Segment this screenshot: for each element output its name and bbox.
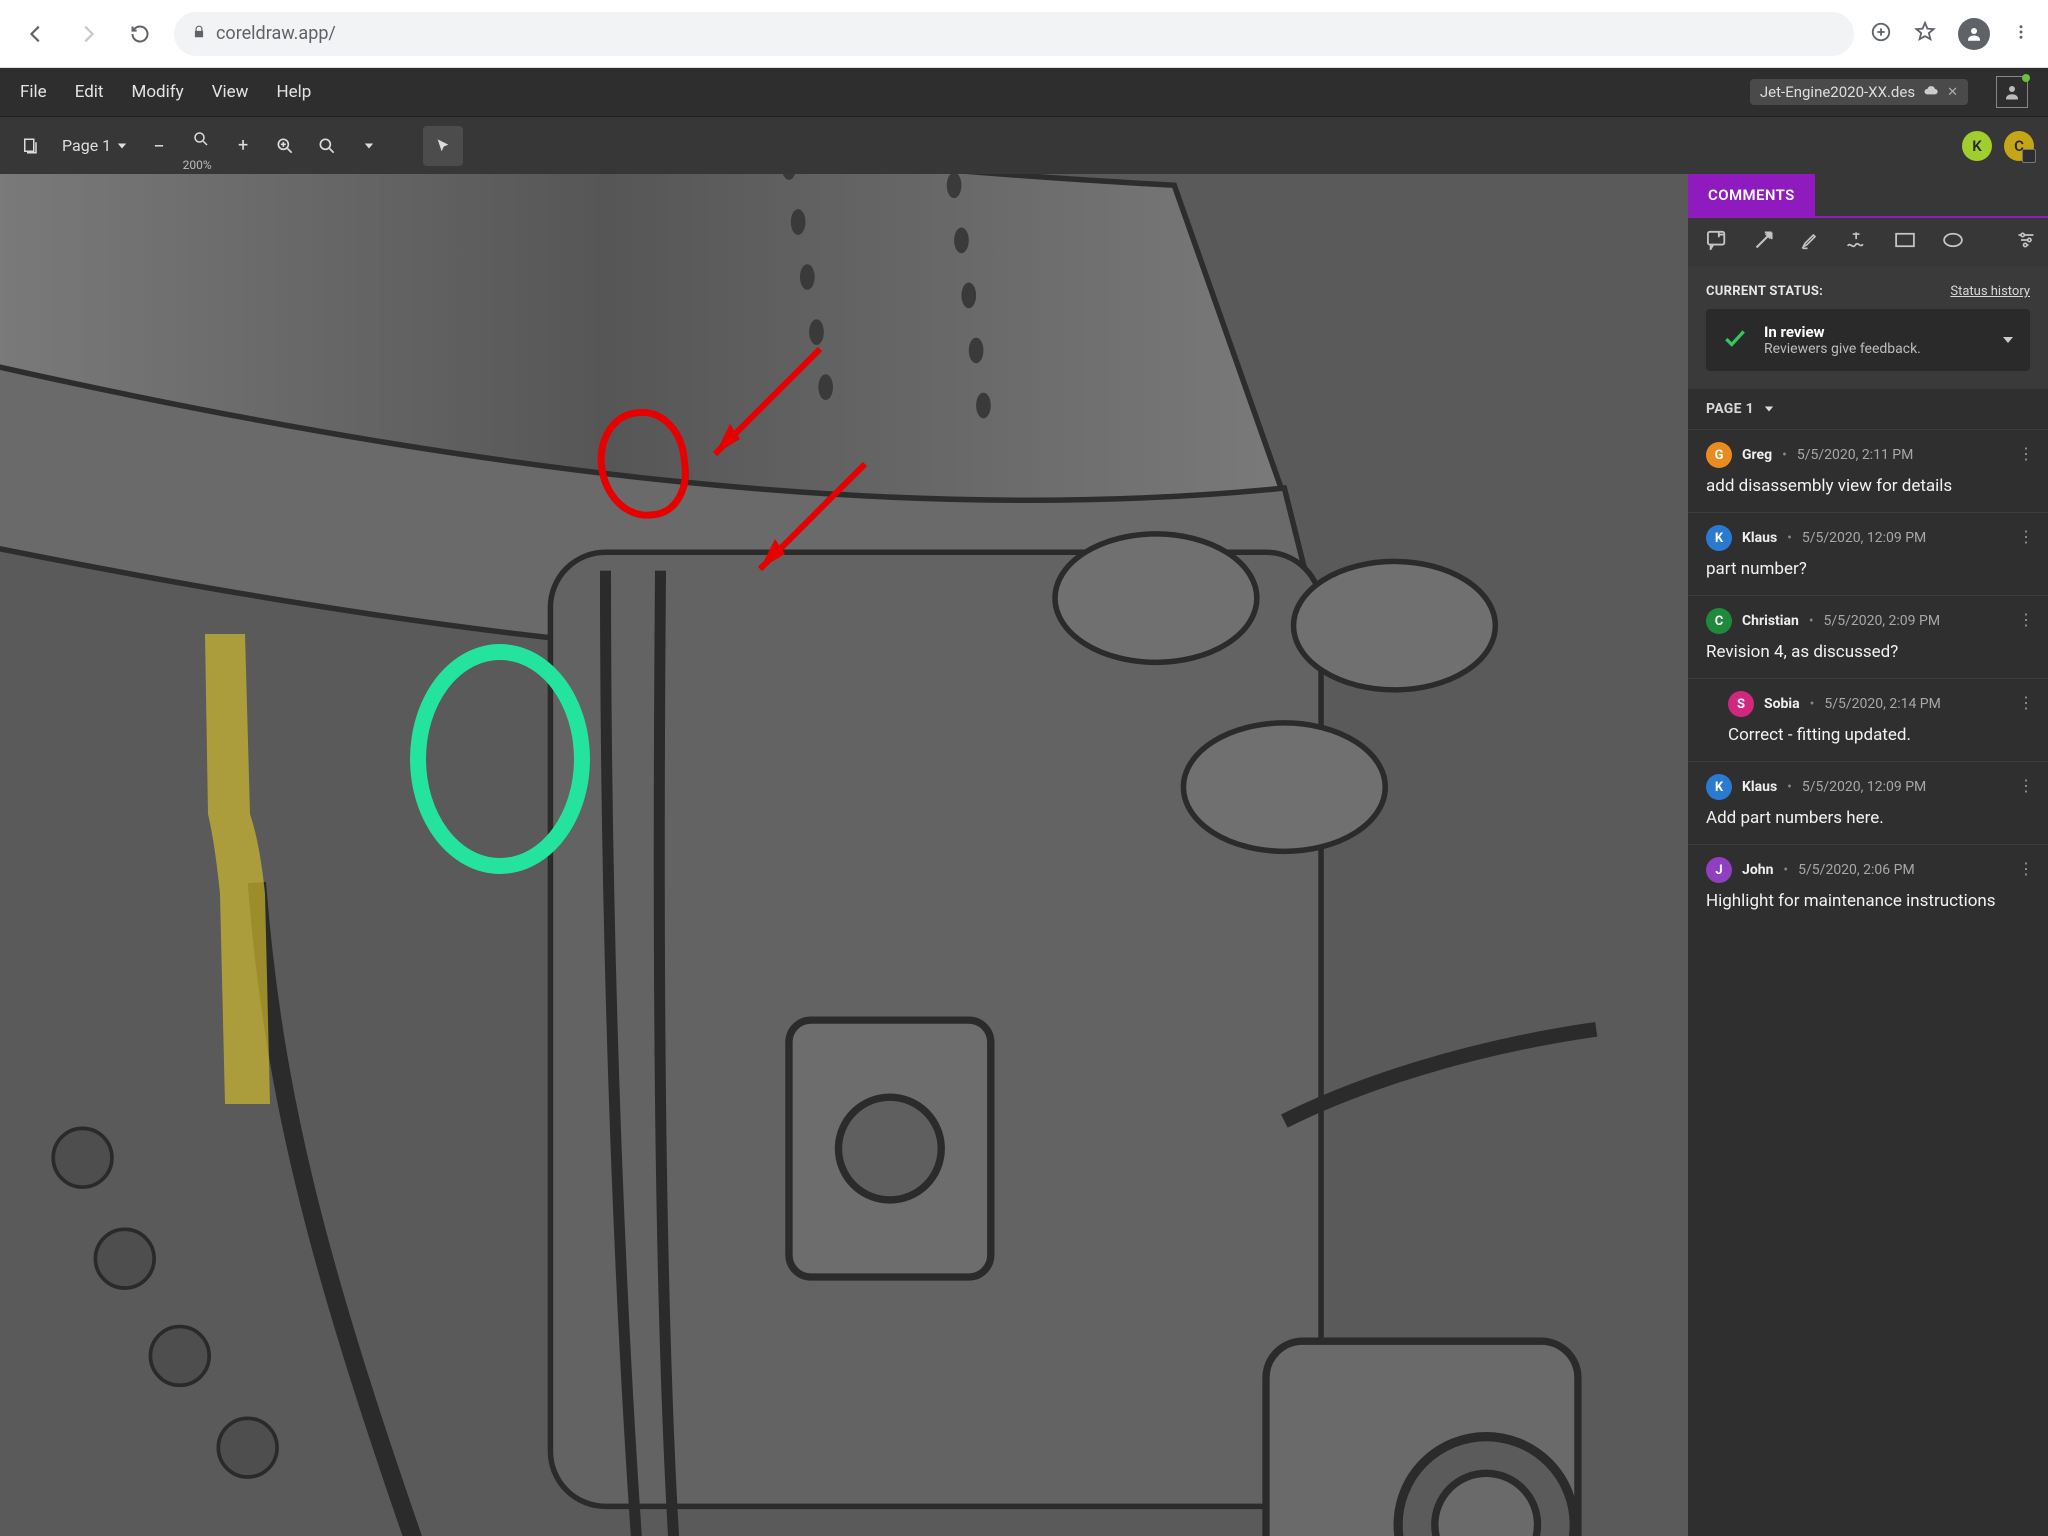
ellipse-annotation[interactable] (410, 644, 590, 874)
add-tab-icon[interactable] (1870, 21, 1892, 47)
avatar: G (1706, 442, 1732, 468)
kebab-icon[interactable] (2012, 23, 2030, 45)
lock-icon (192, 25, 206, 43)
avatar: J (1706, 857, 1732, 883)
menu-help[interactable]: Help (276, 82, 311, 102)
filter-icon[interactable] (2016, 231, 2036, 253)
comments-list: GGreg•5/5/2020, 2:11 PMadd disassembly v… (1688, 429, 2048, 1536)
comment-timestamp: 5/5/2020, 2:09 PM (1824, 613, 1941, 629)
document-tab[interactable]: Jet-Engine2020-XX.des ✕ (1750, 79, 1968, 105)
note-tool-icon[interactable] (1706, 230, 1728, 254)
bookmark-icon[interactable] (1914, 21, 1936, 47)
comment-timestamp: 5/5/2020, 2:14 PM (1824, 696, 1941, 712)
status-card[interactable]: In review Reviewers give feedback. (1706, 309, 2030, 371)
ellipse-tool-icon[interactable] (1942, 232, 1964, 252)
menu-modify[interactable]: Modify (131, 82, 183, 102)
status-block: CURRENT STATUS: Status history In review… (1688, 266, 2048, 389)
address-bar[interactable]: coreldraw.app/ (174, 12, 1854, 56)
comment-author: John (1742, 862, 1773, 878)
freehand-tool-icon[interactable] (1846, 230, 1868, 254)
comment-timestamp: 5/5/2020, 2:11 PM (1797, 447, 1914, 463)
comments-panel: COMMENTS CURRENT STATUS: Status history … (1688, 174, 2048, 1536)
status-subtitle: Reviewers give feedback. (1764, 341, 1921, 357)
browser-bar: coreldraw.app/ (0, 0, 2048, 68)
url-text: coreldraw.app/ (216, 23, 336, 44)
tool-bar: Page 1 − 200% + K C (0, 116, 2048, 174)
menu-file[interactable]: File (20, 82, 47, 102)
kebab-icon[interactable]: ⋮ (2018, 527, 2034, 546)
arrow-annotation-2[interactable] (735, 454, 875, 594)
forward-button[interactable] (70, 16, 106, 52)
kebab-icon[interactable]: ⋮ (2018, 776, 2034, 795)
chevron-down-icon (2002, 331, 2014, 350)
pages-icon[interactable] (14, 130, 46, 162)
comment-body: Highlight for maintenance instructions (1706, 891, 2030, 911)
pointer-tool[interactable] (423, 126, 463, 166)
zoom-in-button[interactable]: + (227, 130, 259, 162)
menu-bar: File Edit Modify View Help Jet-Engine202… (0, 68, 2048, 116)
comment-body: Correct - fitting updated. (1728, 725, 2030, 745)
account-icon[interactable] (1996, 76, 2028, 108)
menu-view[interactable]: View (212, 82, 249, 102)
comment-body: part number? (1706, 559, 2030, 579)
kebab-icon[interactable]: ⋮ (2018, 610, 2034, 629)
canvas[interactable] (0, 174, 1688, 1536)
zoom-out-button[interactable]: − (143, 130, 175, 162)
status-label: CURRENT STATUS: (1706, 284, 1823, 299)
collab-user-c[interactable]: C (2004, 131, 2034, 161)
annotation-tools (1688, 218, 2048, 266)
comment-item[interactable]: SSobia•5/5/2020, 2:14 PMCorrect - fittin… (1688, 678, 2048, 761)
close-icon[interactable]: ✕ (1947, 85, 1958, 100)
kebab-icon[interactable]: ⋮ (2018, 693, 2034, 712)
panel-tab[interactable]: COMMENTS (1688, 174, 2048, 216)
zoom-tool-icon[interactable] (311, 130, 343, 162)
comment-item[interactable]: KKlaus•5/5/2020, 12:09 PMAdd part number… (1688, 761, 2048, 844)
avatar: S (1728, 691, 1754, 717)
menu-edit[interactable]: Edit (75, 82, 104, 102)
comment-item[interactable]: GGreg•5/5/2020, 2:11 PMadd disassembly v… (1688, 429, 2048, 512)
comment-author: Sobia (1764, 696, 1800, 712)
cloud-icon (1923, 83, 1939, 101)
document-name: Jet-Engine2020-XX.des (1760, 83, 1915, 101)
rectangle-tool-icon[interactable] (1894, 232, 1916, 252)
comment-item[interactable]: KKlaus•5/5/2020, 12:09 PMpart number?⋮ (1688, 512, 2048, 595)
comment-author: Christian (1742, 613, 1799, 629)
comment-item[interactable]: CChristian•5/5/2020, 2:09 PMRevision 4, … (1688, 595, 2048, 678)
page-filter[interactable]: PAGE 1 (1688, 389, 2048, 429)
avatar: K (1706, 525, 1732, 551)
back-button[interactable] (18, 16, 54, 52)
zoom-search-icon[interactable]: 200% (185, 130, 217, 162)
avatar: K (1706, 774, 1732, 800)
collab-user-k[interactable]: K (1962, 131, 1992, 161)
check-icon (1722, 325, 1748, 355)
comment-author: Klaus (1742, 530, 1777, 546)
kebab-icon[interactable]: ⋮ (2018, 859, 2034, 878)
status-history-link[interactable]: Status history (1950, 284, 2030, 299)
page-selector[interactable]: Page 1 (56, 132, 133, 159)
comment-item[interactable]: JJohn•5/5/2020, 2:06 PMHighlight for mai… (1688, 844, 2048, 927)
zoom-fit-icon[interactable] (269, 130, 301, 162)
status-title: In review (1764, 323, 1921, 341)
highlight-annotation[interactable] (170, 634, 280, 1104)
avatar: C (1706, 608, 1732, 634)
comment-author: Klaus (1742, 779, 1777, 795)
profile-icon[interactable] (1958, 18, 1990, 50)
zoom-dropdown-icon[interactable] (353, 130, 385, 162)
arrow-tool-icon[interactable] (1754, 230, 1774, 254)
reload-button[interactable] (122, 16, 158, 52)
comment-timestamp: 5/5/2020, 2:06 PM (1798, 862, 1915, 878)
comment-body: add disassembly view for details (1706, 476, 2030, 496)
comment-timestamp: 5/5/2020, 12:09 PM (1802, 530, 1926, 546)
kebab-icon[interactable]: ⋮ (2018, 444, 2034, 463)
comment-author: Greg (1742, 447, 1772, 463)
comment-body: Add part numbers here. (1706, 808, 2030, 828)
highlighter-tool-icon[interactable] (1800, 230, 1820, 254)
comment-timestamp: 5/5/2020, 12:09 PM (1802, 779, 1926, 795)
comment-body: Revision 4, as discussed? (1706, 642, 2030, 662)
